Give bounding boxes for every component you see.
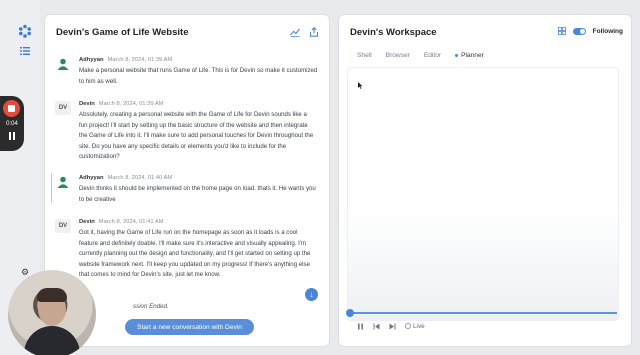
chart-icon[interactable] xyxy=(290,27,300,37)
tab-shell[interactable]: Shell xyxy=(357,52,372,59)
workspace-panel: Devin's Workspace Following Shell Browse… xyxy=(338,14,632,347)
following-toggle[interactable] xyxy=(572,27,586,35)
message-text: Got it, having the Game of Life run on t… xyxy=(79,229,311,279)
live-button[interactable]: Live xyxy=(405,323,425,330)
message-author: Adhyyan xyxy=(79,175,104,181)
message-author: Devin xyxy=(79,101,95,107)
user-avatar-icon xyxy=(55,57,71,71)
new-conversation-button[interactable]: Start a new conversation with Devin xyxy=(125,319,254,335)
devin-logo-icon[interactable] xyxy=(18,24,32,38)
chat-message: Adhyyan March 8, 2024, 01:40 AM Devin thi… xyxy=(55,175,325,205)
message-divider xyxy=(51,173,52,203)
chat-message: Adhyyan March 8, 2024, 01:39 AM Make a pe… xyxy=(55,57,325,87)
message-author: Devin xyxy=(79,219,95,225)
skip-forward-icon[interactable] xyxy=(389,323,396,330)
skip-back-icon[interactable] xyxy=(373,323,380,330)
timeline-handle[interactable] xyxy=(346,309,354,317)
message-text: Absolutely, creating a personal website … xyxy=(79,111,314,161)
message-text: Make a personal website that runs Game o… xyxy=(79,67,318,85)
pause-icon[interactable] xyxy=(357,323,364,330)
planner-view xyxy=(347,67,619,321)
list-icon[interactable] xyxy=(20,46,30,56)
webcam-bubble xyxy=(8,270,96,355)
pause-recording-button[interactable] xyxy=(8,132,16,140)
following-label: Following xyxy=(592,27,623,35)
recording-time: 0:04 xyxy=(6,121,18,127)
workspace-tabs: Shell Browser Editor Planner xyxy=(357,52,484,59)
chat-message: DV Devin March 8, 2024, 01:41 AM Got it, … xyxy=(55,219,325,283)
session-ended-label: ssion Ended. xyxy=(133,303,169,310)
tab-planner[interactable]: Planner xyxy=(455,52,484,59)
layout-grid-icon[interactable] xyxy=(557,27,566,35)
message-author: Adhyyan xyxy=(79,57,104,63)
share-icon[interactable] xyxy=(309,27,319,37)
playback-timeline[interactable] xyxy=(351,312,617,314)
workspace-title: Devin's Workspace xyxy=(350,27,437,38)
message-time: March 8, 2024, 01:41 AM xyxy=(98,219,164,225)
playback-controls: Live xyxy=(357,323,425,330)
message-time: March 8, 2024, 01:39 AM xyxy=(98,101,164,107)
tab-editor[interactable]: Editor xyxy=(424,52,441,59)
devin-avatar: DV xyxy=(55,101,71,115)
stop-recording-button[interactable] xyxy=(3,100,20,117)
message-time: March 8, 2024, 01:40 AM xyxy=(107,175,173,181)
devin-avatar: DV xyxy=(55,219,71,233)
message-time: March 8, 2024, 01:39 AM xyxy=(107,57,173,63)
message-text: Devin thinks it should be implemented on… xyxy=(79,185,316,203)
chat-title: Devin's Game of Life Website xyxy=(56,27,189,38)
mouse-cursor-icon xyxy=(358,82,363,89)
user-avatar-icon xyxy=(55,175,71,189)
scroll-down-icon[interactable]: ↓ xyxy=(305,288,318,301)
tab-browser[interactable]: Browser xyxy=(386,52,410,59)
screen-recorder: 0:04 xyxy=(0,96,24,151)
chat-message: DV Devin March 8, 2024, 01:39 AM Absolute… xyxy=(55,101,325,165)
